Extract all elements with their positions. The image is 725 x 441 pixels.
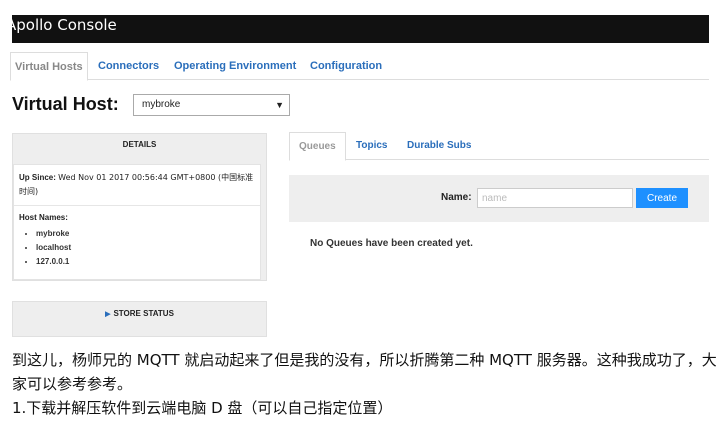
name-label: Name:: [441, 192, 472, 203]
store-status-toggle[interactable]: ▶ STORE STATUS: [12, 301, 267, 337]
tab-connectors[interactable]: Connectors: [98, 52, 159, 80]
tab-queues[interactable]: Queues: [289, 132, 346, 161]
details-heading: DETAILS: [122, 140, 157, 149]
details-box: Up Since: Wed Nov 01 2017 00:56:44 GMT+0…: [13, 164, 261, 280]
main-nav-tabs: Virtual Hosts Connectors Operating Envir…: [10, 52, 709, 81]
empty-queues-message: No Queues have been created yet.: [310, 238, 473, 249]
tab-topics[interactable]: Topics: [356, 132, 387, 160]
details-divider: [14, 205, 260, 206]
virtual-host-selected-value: mybroke: [142, 99, 181, 110]
create-button[interactable]: Create: [636, 188, 688, 208]
tab-configuration[interactable]: Configuration: [310, 52, 382, 80]
tab-virtual-hosts[interactable]: Virtual Hosts: [10, 52, 88, 81]
store-status-label: STORE STATUS: [113, 309, 174, 318]
triangle-right-icon: ▶: [105, 311, 111, 318]
host-names-label: Host Names:: [19, 213, 68, 222]
host-names-list: mybroke localhost 127.0.0.1: [36, 227, 71, 269]
create-queue-bar: Name: Create: [289, 175, 709, 222]
console-title: Apollo Console: [6, 16, 117, 34]
list-item: localhost: [36, 241, 71, 255]
tab-durable-subs[interactable]: Durable Subs: [407, 132, 471, 160]
article-paragraph: 到这儿，杨师兄的 MQTT 就启动起来了但是我的没有，所以折腾第二种 MQTT …: [12, 351, 717, 393]
virtual-host-label: Virtual Host:: [12, 94, 119, 114]
queue-name-input[interactable]: [477, 188, 633, 208]
up-since: Up Since: Wed Nov 01 2017 00:56:44 GMT+0…: [19, 171, 259, 199]
chevron-down-icon: ▼: [275, 100, 284, 110]
details-panel: DETAILS Up Since: Wed Nov 01 2017 00:56:…: [12, 133, 267, 281]
article-text: 到这儿，杨师兄的 MQTT 就启动起来了但是我的没有，所以折腾第二种 MQTT …: [12, 348, 717, 420]
up-since-label: Up Since:: [19, 173, 56, 182]
console-titlebar: Apollo Console: [6, 15, 709, 43]
article-paragraph: 1.下载并解压软件到云端电脑 D 盘（可以自己指定位置）: [12, 399, 393, 417]
vhost-sub-tabs: Queues Topics Durable Subs: [289, 132, 709, 161]
list-item: 127.0.0.1: [36, 255, 71, 269]
virtual-host-select[interactable]: mybroke ▼: [133, 94, 290, 116]
list-item: mybroke: [36, 227, 71, 241]
tab-operating-environment[interactable]: Operating Environment: [174, 52, 296, 80]
